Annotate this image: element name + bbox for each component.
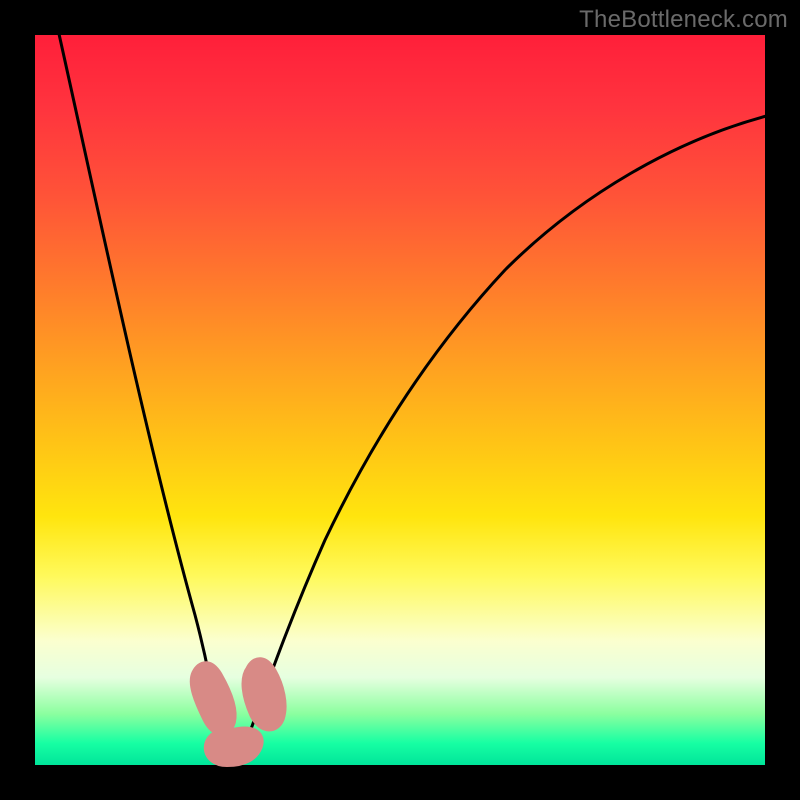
curve-layer (35, 35, 765, 765)
plot-area (35, 35, 765, 765)
bottleneck-curve (57, 25, 770, 751)
marker-group (198, 665, 279, 759)
chart-frame: TheBottleneck.com (0, 0, 800, 800)
left-ascending-marker (198, 669, 229, 727)
watermark-text: TheBottleneck.com (579, 6, 788, 34)
optimum-marker (212, 734, 256, 759)
right-ascending-marker (250, 665, 279, 723)
